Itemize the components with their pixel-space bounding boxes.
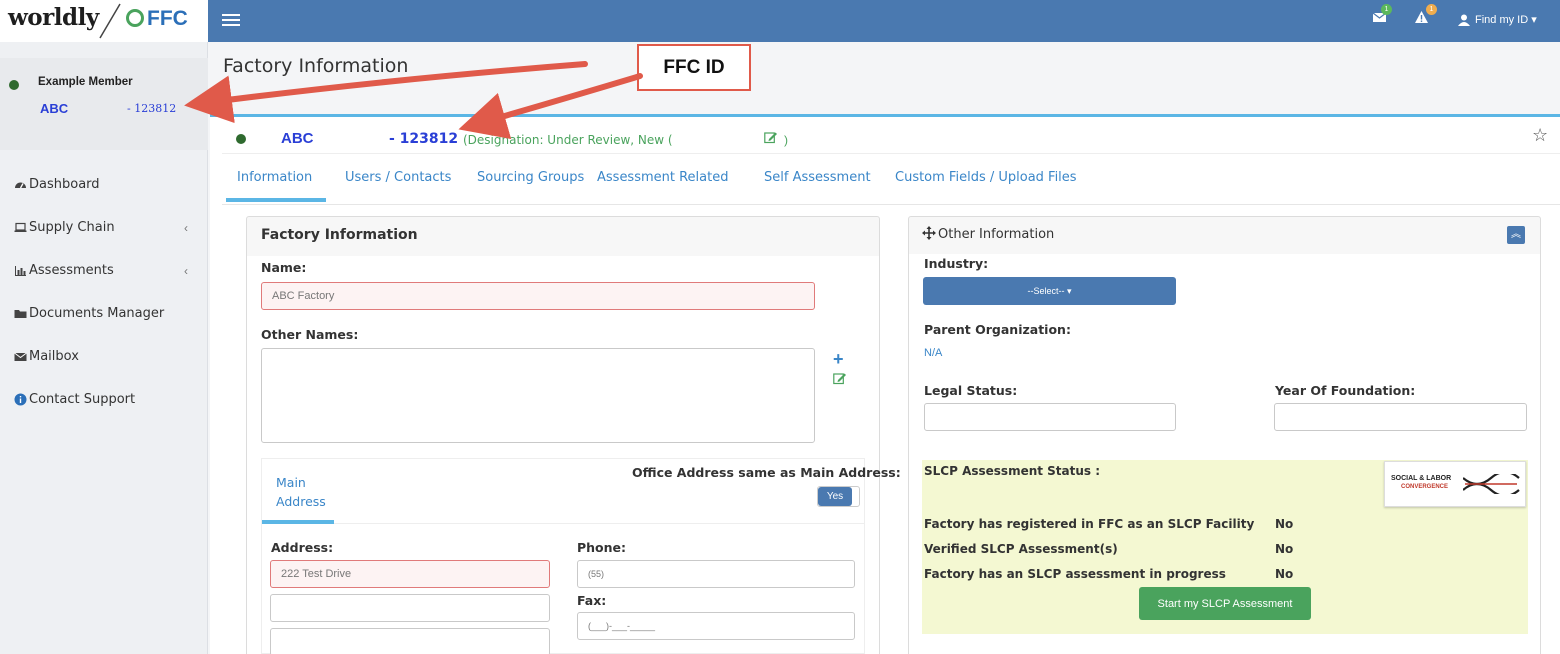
address-line3-input[interactable]: [270, 628, 550, 654]
facility-code: ABC: [281, 130, 314, 147]
worldly-logo: worldly: [8, 4, 99, 31]
phone-input[interactable]: (55): [577, 560, 855, 588]
tab-divider: [222, 204, 1560, 205]
tab-information[interactable]: Information: [237, 170, 312, 185]
legal-status-input[interactable]: [924, 403, 1176, 431]
phone-label: Phone:: [577, 540, 627, 555]
active-tab-indicator: [226, 198, 326, 202]
slcp-logo: SOCIAL & LABOR CONVERGENCE: [1384, 461, 1526, 507]
slcp-registered-value: No: [1275, 517, 1294, 531]
slcp-in-progress-value: No: [1275, 567, 1294, 581]
page-title: Factory Information: [223, 55, 409, 77]
industry-label: Industry:: [924, 256, 989, 271]
designation-close: ): [784, 133, 788, 147]
sidebar-item-documents-manager[interactable]: Documents Manager: [14, 306, 164, 321]
tab-assessment-related[interactable]: Assessment Related: [597, 170, 729, 185]
year-foundation-label: Year Of Foundation:: [1275, 383, 1416, 398]
facility-status-dot: [236, 134, 246, 144]
name-label: Name:: [261, 260, 307, 275]
start-slcp-assessment-button[interactable]: Start my SLCP Assessment: [1139, 587, 1311, 620]
address-line1-input[interactable]: 222 Test Drive: [270, 560, 550, 588]
designation-status: (Designation: Under Review, New (: [463, 133, 673, 147]
laptop-icon: [14, 222, 27, 232]
address-tab-indicator: [262, 520, 334, 524]
user-menu[interactable]: Find my ID ▾: [1458, 13, 1537, 26]
edit-names-icon[interactable]: [833, 372, 847, 390]
tab-self-assessment[interactable]: Self Assessment: [764, 170, 871, 185]
fax-label: Fax:: [577, 593, 607, 608]
parent-org-label: Parent Organization:: [924, 322, 1071, 337]
office-same-toggle[interactable]: Yes: [817, 486, 860, 507]
sidebar-item-assessments[interactable]: Assessments: [14, 263, 114, 278]
member-box: [0, 58, 208, 150]
member-status-dot: [9, 80, 19, 90]
edit-designation-icon[interactable]: [764, 131, 778, 149]
slcp-in-progress-label: Factory has an SLCP assessment in progre…: [924, 567, 1226, 581]
slcp-verified-value: No: [1275, 542, 1294, 556]
messages-badge: 1: [1381, 4, 1392, 15]
folder-icon: [14, 310, 27, 318]
other-info-panel-title: Other Information: [938, 227, 1055, 242]
office-same-label: Office Address same as Main Address:: [632, 465, 901, 480]
facility-ffc-id: - 123812: [389, 131, 459, 147]
slcp-registered-label: Factory has registered in FFC as an SLCP…: [924, 517, 1255, 531]
member-code: ABC: [40, 101, 69, 116]
address-line2-input[interactable]: [270, 594, 550, 622]
office-same-toggle-value: Yes: [818, 487, 852, 506]
industry-select[interactable]: --Select-- ▾: [923, 277, 1176, 305]
factory-info-panel-title: Factory Information: [261, 227, 418, 243]
slcp-verified-label: Verified SLCP Assessment(s): [924, 542, 1118, 556]
fax-input[interactable]: (___)-___-_____: [577, 612, 855, 640]
envelope-icon: [14, 352, 27, 361]
other-names-label: Other Names:: [261, 327, 359, 342]
logo-divider: [99, 3, 121, 39]
sidebar-item-dashboard[interactable]: Dashboard: [14, 177, 100, 192]
ffc-logo-icon: [126, 9, 144, 27]
info-icon: [14, 393, 27, 406]
other-names-textarea[interactable]: [261, 348, 815, 443]
tab-users-contacts[interactable]: Users / Contacts: [345, 170, 451, 185]
collapse-panel-icon[interactable]: ︽: [1507, 226, 1525, 244]
ffc-id-callout: FFC ID: [637, 44, 751, 91]
alerts-badge: 1: [1426, 4, 1437, 15]
parent-org-value[interactable]: N/A: [924, 347, 942, 359]
address-label: Address:: [271, 540, 334, 555]
user-menu-label: Find my ID ▾: [1475, 14, 1537, 26]
user-icon: [1458, 14, 1470, 26]
year-foundation-input[interactable]: [1274, 403, 1527, 431]
address-tab-divider: [334, 523, 864, 524]
add-name-icon[interactable]: +: [833, 349, 844, 370]
bar-chart-icon: [15, 266, 26, 276]
name-input[interactable]: ABC Factory: [261, 282, 815, 310]
header-divider: [222, 153, 1560, 154]
move-icon[interactable]: [922, 226, 936, 245]
sidebar-item-mailbox[interactable]: Mailbox: [14, 349, 79, 364]
supply-chain-chevron-icon[interactable]: ‹: [184, 221, 188, 235]
sidebar-item-supply-chain[interactable]: Supply Chain: [14, 220, 115, 235]
legal-status-label: Legal Status:: [924, 383, 1018, 398]
tab-sourcing-groups[interactable]: Sourcing Groups: [477, 170, 584, 185]
top-navbar: [208, 0, 1560, 42]
slcp-status-label: SLCP Assessment Status :: [924, 464, 1101, 478]
page-header: [208, 42, 1560, 115]
menu-toggle-icon[interactable]: [222, 11, 240, 29]
favorite-star-icon[interactable]: ☆: [1532, 125, 1548, 146]
dashboard-icon: [15, 182, 26, 189]
tab-main-address[interactable]: Main Address: [276, 473, 326, 511]
assessments-chevron-icon[interactable]: ‹: [184, 264, 188, 278]
ffc-logo-text: FFC: [147, 7, 188, 30]
sidebar-item-contact-support[interactable]: Contact Support: [14, 392, 135, 407]
tab-custom-fields[interactable]: Custom Fields / Upload Files: [895, 170, 1077, 185]
member-ffc-id: - 123812: [127, 102, 177, 115]
member-name: Example Member: [38, 76, 133, 88]
